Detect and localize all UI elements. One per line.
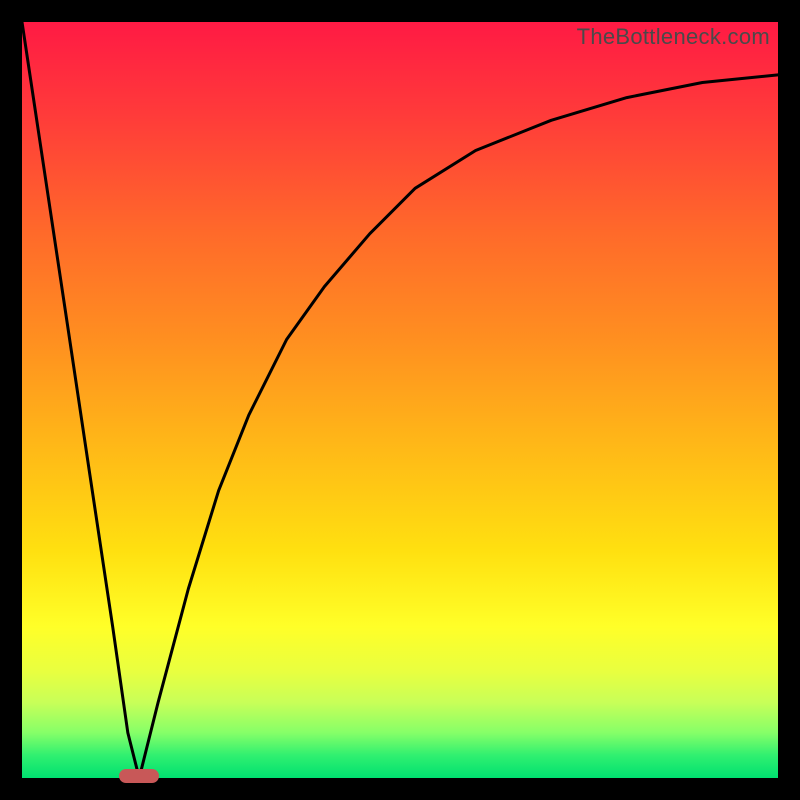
plot-area: TheBottleneck.com — [22, 22, 778, 778]
chart-frame: TheBottleneck.com — [0, 0, 800, 800]
curve-svg — [22, 22, 778, 778]
bottleneck-curve — [22, 22, 778, 778]
optimal-marker — [119, 769, 159, 783]
